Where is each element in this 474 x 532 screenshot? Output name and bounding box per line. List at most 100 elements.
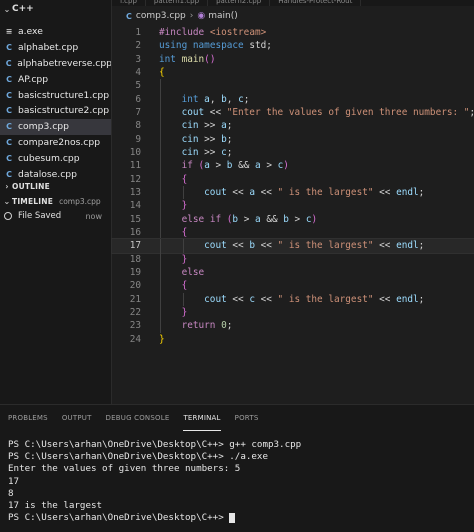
file-item[interactable]: ≡ a.exe xyxy=(0,24,111,40)
code-line: 22 } xyxy=(112,305,474,320)
file-item[interactable]: Cbasicstructure2.cpp xyxy=(0,103,111,119)
explorer-sidebar: ⌄ C++ ≡ a.exe Calphabet.cpp Calphabetrevers… xyxy=(0,0,112,404)
code-token: cin xyxy=(181,147,199,159)
code-token: ; xyxy=(469,107,474,118)
code-line: 13 cout << a << " is the largest" << end… xyxy=(112,185,474,200)
line-number: 5 xyxy=(135,80,141,92)
line-number: 3 xyxy=(135,53,141,65)
code-text: return 0; xyxy=(159,320,233,332)
code-token: ; xyxy=(418,187,425,199)
file-item[interactable]: Ccomp3.cpp xyxy=(0,118,111,135)
line-number: 2 xyxy=(135,40,141,52)
code-line: 24} xyxy=(112,333,474,346)
timeline-label: TIMELINE xyxy=(12,196,54,206)
outline-section-header[interactable]: › OUTLINE xyxy=(0,178,111,194)
code-token: && xyxy=(260,213,284,225)
code-line: 2 using namespace std; xyxy=(112,39,474,52)
code-token: ; xyxy=(226,320,233,332)
code-text: int main() xyxy=(159,54,215,65)
code-editor[interactable]: 1 #include <iostream> 2 using namespace std… xyxy=(111,26,474,404)
line-number: 16 xyxy=(129,227,141,239)
line-number: 4 xyxy=(135,67,141,79)
terminal-line: 17 is the largest xyxy=(8,500,301,512)
code-token: if xyxy=(209,213,222,225)
code-line: 19 else xyxy=(112,265,474,280)
code-line: 14 } xyxy=(112,199,474,213)
function-icon: ◉ xyxy=(197,11,206,21)
code-text: using namespace std; xyxy=(159,40,272,51)
code-token: () xyxy=(204,53,216,65)
line-number: 8 xyxy=(135,120,141,132)
line-number: 9 xyxy=(135,133,141,145)
code-token: > xyxy=(260,160,278,172)
file-item[interactable]: Ccompare2nos.cpp xyxy=(0,135,111,151)
cpp-file-icon: C xyxy=(6,74,12,84)
file-item[interactable]: Calphabetreverse.cpp xyxy=(0,56,111,72)
code-token: ) xyxy=(311,213,318,225)
editor-tab[interactable]: pattern1.cpp xyxy=(146,0,209,6)
file-name: alphabet.cpp xyxy=(18,42,79,54)
panel-tab-debug-console[interactable]: DEBUG CONSOLE xyxy=(106,405,170,431)
code-token: "Enter the values of given three numbers… xyxy=(226,107,470,119)
panel-tab-output[interactable]: OUTPUT xyxy=(62,405,92,431)
panel-tab-terminal[interactable]: TERMINAL xyxy=(183,405,221,431)
code-line: 10 cin >> c; xyxy=(112,145,474,160)
code-token: cin xyxy=(181,133,199,145)
file-item[interactable]: C AP.cpp xyxy=(0,71,111,87)
terminal-line-text: 17 is the largest xyxy=(8,499,103,511)
indent-guide xyxy=(160,79,161,93)
code-text: } xyxy=(159,254,188,265)
line-number: 23 xyxy=(129,320,141,332)
code-token: #include xyxy=(159,27,205,39)
code-text: } xyxy=(159,334,165,345)
code-token: << xyxy=(254,240,278,252)
code-line: 17 cout << b << " is the largest" << end… xyxy=(111,238,474,254)
terminal-output[interactable]: PS C:\Users\arhan\OneDrive\Desktop\C++> … xyxy=(8,439,301,524)
code-line: 12 { xyxy=(112,172,474,186)
code-line: 7 cout << "Enter the values of given thr… xyxy=(112,105,474,120)
timeline-entry[interactable]: File Saved now xyxy=(0,208,111,224)
timeline-entry-time: now xyxy=(85,211,102,221)
line-number: 7 xyxy=(135,107,141,119)
code-text: cin >> b; xyxy=(159,133,233,145)
code-token: } xyxy=(181,200,188,212)
line-number: 13 xyxy=(129,187,141,199)
panel-tab-ports[interactable]: PORTS xyxy=(235,405,259,431)
code-line: 11 if (a > b && a > c) xyxy=(112,159,474,173)
code-text: { xyxy=(159,174,188,185)
editor-tab[interactable]: pattern2.cpp xyxy=(208,0,271,6)
code-token: > xyxy=(209,160,227,172)
editor-tab[interactable]: f.cpp xyxy=(112,0,146,6)
code-line: 18 } xyxy=(112,252,474,266)
file-item[interactable]: Cbasicstructure1.cpp xyxy=(0,87,111,103)
panel-tab-problems[interactable]: PROBLEMS xyxy=(8,405,48,431)
code-text: else if (b > a && b > c) xyxy=(159,213,318,225)
code-line: 4{ xyxy=(112,66,474,79)
code-token: << xyxy=(254,293,278,305)
code-text: cout << a << " is the largest" << endl; xyxy=(159,187,424,198)
breadcrumb-file[interactable]: comp3.cpp xyxy=(136,11,186,21)
timeline-section-header[interactable]: ⌄ TIMELINE comp3.cpp xyxy=(0,193,111,209)
chevron-down-icon: ⌄ xyxy=(3,196,11,206)
folder-header[interactable]: ⌄ C++ xyxy=(0,0,111,18)
line-number: 11 xyxy=(129,160,141,172)
editor-tab[interactable]: Handles-Protect-Rout xyxy=(270,0,362,6)
code-token: endl xyxy=(396,187,419,199)
code-token: { xyxy=(159,67,165,79)
file-item[interactable]: Calphabet.cpp xyxy=(0,40,111,56)
breadcrumb-symbol[interactable]: main() xyxy=(208,11,238,21)
file-item[interactable]: Ccubesum.cpp xyxy=(0,150,111,166)
code-text: } xyxy=(159,200,188,212)
code-token: { xyxy=(181,227,188,239)
terminal-line-text: 17 xyxy=(8,475,20,487)
line-number: 1 xyxy=(135,27,141,39)
outline-label: OUTLINE xyxy=(12,181,50,191)
panel-tab-bar: PROBLEMS OUTPUT DEBUG CONSOLE TERMINAL PORTS xyxy=(0,405,474,431)
